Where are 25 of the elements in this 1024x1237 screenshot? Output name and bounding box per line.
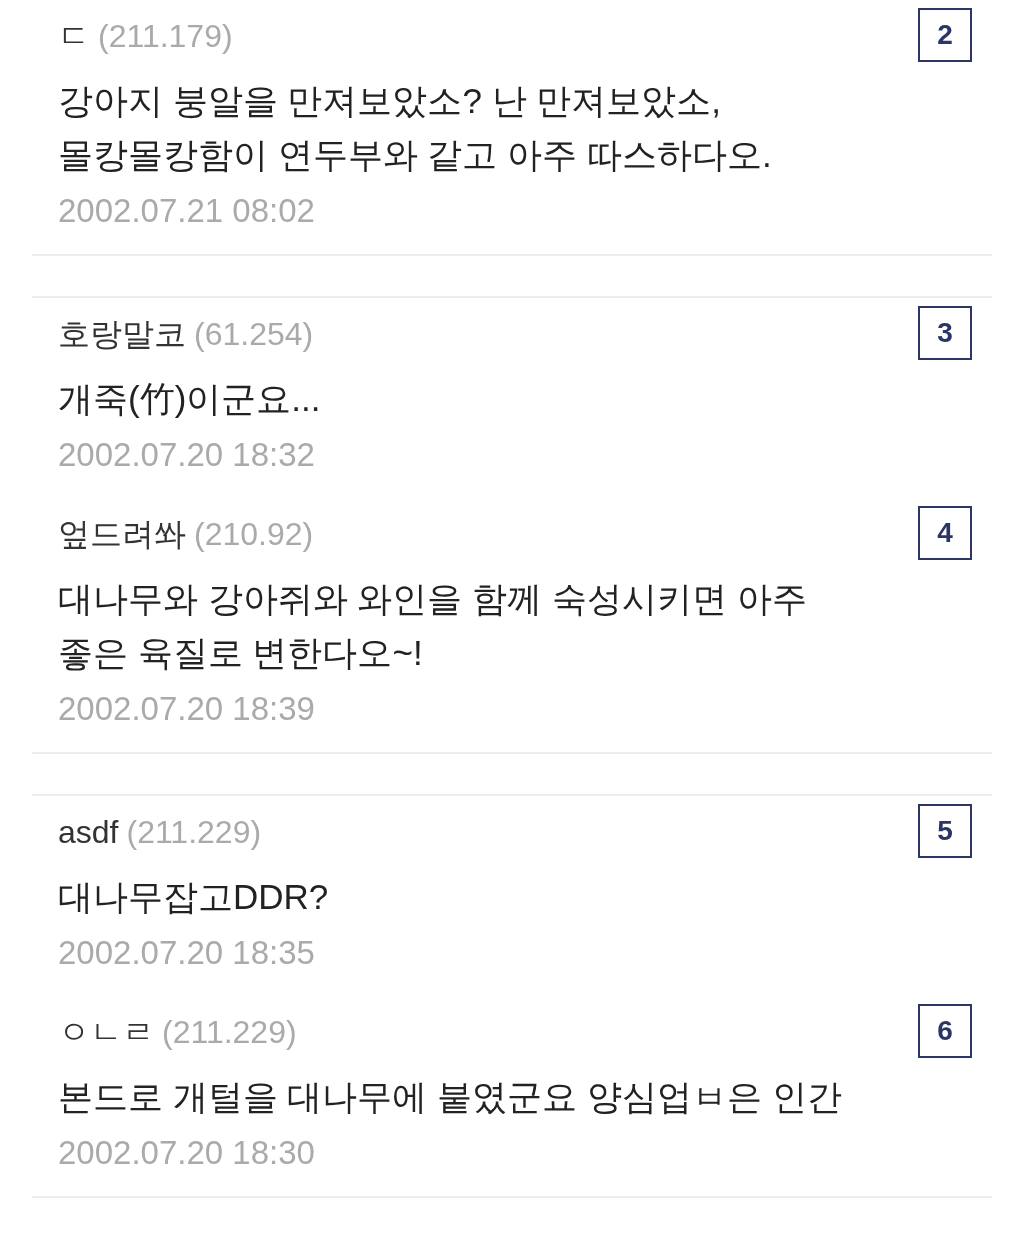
ip-address: (211.179) xyxy=(98,17,233,56)
comment-text: 강아지 붕알을 만져보았소? 난 만져보았소, 몰캉몰캉함이 연두부와 같고 아주 따스하다오. xyxy=(58,80,773,176)
number-label: 4 xyxy=(918,506,972,560)
author-name: 호랑말코 xyxy=(58,315,186,354)
ip-address: (210.92) xyxy=(194,515,314,554)
author-name: 엎드려쏴 xyxy=(58,515,186,554)
ip-address: (61.254) xyxy=(194,315,314,354)
comment-text: 개죽(竹)이군요... xyxy=(58,378,322,420)
number-label: 2 xyxy=(918,8,972,62)
ip-address: (211.229) xyxy=(162,1013,297,1052)
comment-text: 대나무와 강아쥐와 와인을 함께 숙성시키면 아주 좋은 육질로 변한다오~! xyxy=(58,578,808,674)
number-label: 5 xyxy=(918,804,972,858)
comment-date: 2002.07.20 18:30 xyxy=(58,1133,316,1173)
author-name: ㅇㄴㄹ xyxy=(58,1013,154,1052)
author-name: asdf xyxy=(58,813,119,852)
comment-date: 2002.07.20 18:39 xyxy=(58,689,316,729)
comment-date: 2002.07.21 08:02 xyxy=(58,191,316,231)
comment-date: 2002.07.20 18:32 xyxy=(58,435,316,475)
comment-text: 본드로 개털을 대나무에 붙였군요 양심업ㅂ은 인간 xyxy=(58,1076,843,1118)
comment-text: 대나무잡고DDR? xyxy=(58,876,330,918)
ip-address: (211.229) xyxy=(126,813,262,852)
comment-date: 2002.07.20 18:35 xyxy=(58,933,316,973)
author-name: ㄷ xyxy=(58,17,90,56)
number-label: 3 xyxy=(918,306,972,360)
number-label: 6 xyxy=(918,1004,972,1058)
